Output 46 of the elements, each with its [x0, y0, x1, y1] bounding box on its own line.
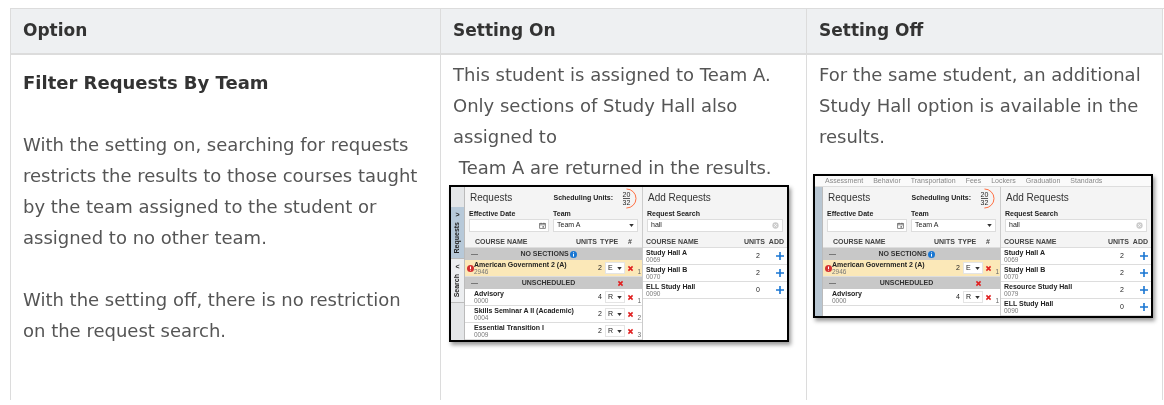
plus-icon	[1140, 303, 1148, 311]
caret-icon	[617, 329, 622, 333]
date-field[interactable]	[469, 219, 549, 232]
calendar-icon	[539, 222, 546, 229]
calendar-icon	[897, 222, 904, 229]
remove-icon	[627, 293, 634, 301]
caret-icon	[975, 295, 980, 299]
plus-icon	[776, 252, 784, 260]
option-title: Filter Requests By Team	[23, 71, 270, 95]
remove-icon	[985, 264, 992, 272]
remove-icon	[627, 327, 634, 335]
error-icon	[466, 264, 474, 272]
plus-icon	[1140, 269, 1148, 277]
description-text: For the same student, an additional Study Hall option is available in the results.	[819, 63, 1142, 149]
info-icon	[569, 250, 577, 258]
caret-icon	[617, 312, 622, 316]
caret-icon	[617, 266, 622, 270]
description-text: This student is assigned to Team A. Only sections of Study Hall also assigned to	[453, 63, 772, 149]
column-header: Option	[11, 9, 441, 55]
clear-icon	[772, 222, 779, 229]
column-header: Setting On	[441, 9, 807, 55]
caret-icon	[987, 224, 992, 227]
caret-icon	[629, 224, 634, 227]
error-icon	[824, 264, 832, 272]
description-text: With the setting off, there is no restriction on the request search.	[23, 288, 402, 343]
caret-icon	[975, 266, 980, 270]
panel-title: Requests	[470, 192, 514, 204]
plus-icon	[1140, 286, 1148, 294]
remove-icon	[627, 264, 634, 272]
column-header: Setting Off	[807, 9, 1163, 55]
plus-icon	[1140, 252, 1148, 260]
plus-icon	[776, 286, 784, 294]
date-field[interactable]	[827, 219, 907, 232]
plus-icon	[776, 269, 784, 277]
panel-title: Add Requests	[1006, 192, 1069, 204]
remove-icon	[627, 310, 634, 318]
description-text: Team A are returned in the results.	[457, 156, 773, 180]
caret-icon	[617, 295, 622, 299]
clear-icon	[1136, 222, 1143, 229]
remove-icon	[617, 279, 624, 287]
panel-title: Add Requests	[648, 192, 711, 204]
remove-icon	[975, 279, 982, 287]
panel-title: Requests	[828, 192, 872, 204]
remove-icon	[985, 293, 992, 301]
info-icon	[927, 250, 935, 258]
description-text: With the setting on, searching for requests restricts the results to those courses taught by the team assigned to the student or assigned to no other team.	[23, 133, 419, 250]
